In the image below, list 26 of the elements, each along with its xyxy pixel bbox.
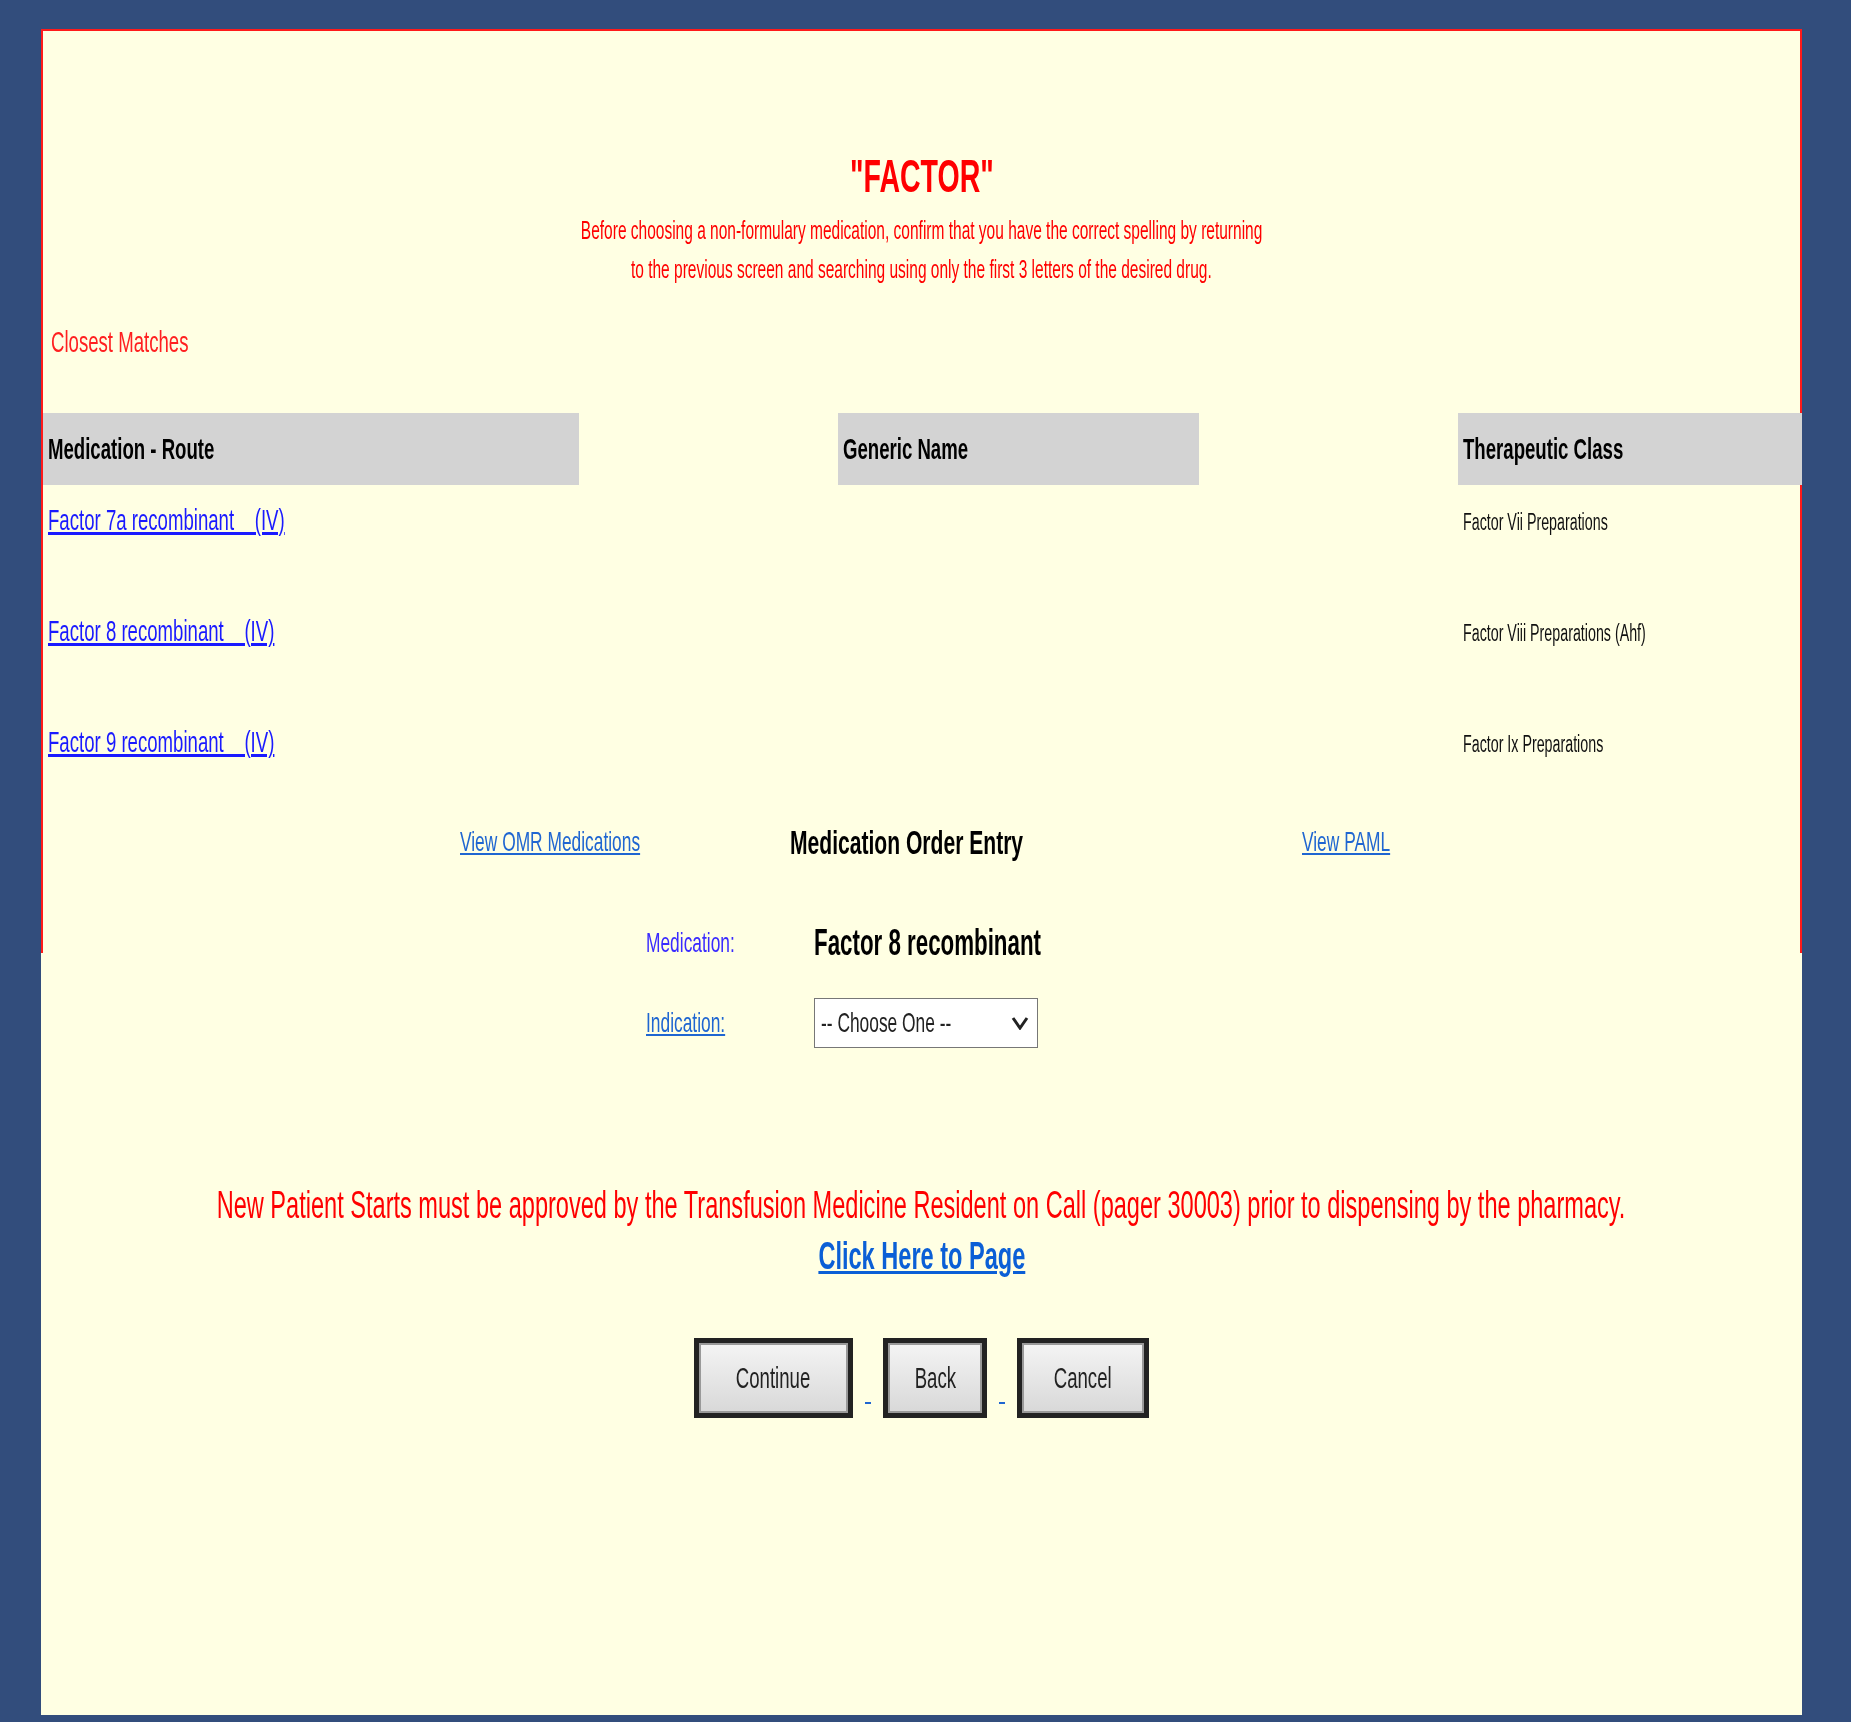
page-link[interactable]: Click Here to Page <box>818 1235 1025 1278</box>
indication-select[interactable]: -- Choose One -- <box>814 998 1038 1048</box>
medication-label: Medication: <box>646 927 735 959</box>
table-cell-text: Factor Ix Preparations <box>1463 730 1604 758</box>
column-header: Therapeutic Class <box>1458 413 1802 485</box>
table-cell-text: Factor Viii Preparations (Ahf) <box>1463 619 1646 647</box>
action-button[interactable]: Continue <box>694 1338 853 1418</box>
search-term-title: "FACTOR" <box>849 149 994 203</box>
closest-matches-label: Closest Matches <box>51 325 189 359</box>
paml-link[interactable]: View PAML <box>1302 826 1391 858</box>
order-entry-title: Medication Order Entry <box>790 822 1024 862</box>
action-button[interactable]: Cancel <box>1017 1338 1149 1418</box>
column-header: Generic Name <box>838 413 1199 485</box>
spelling-notice: Before choosing a non-formulary medication, confirm that you have the correct spelling by returning <box>580 215 1263 246</box>
medication-link[interactable]: Factor 8 recombinant (IV) <box>48 614 275 648</box>
spelling-notice: to the previous screen and searching using only the first 3 letters of the desired drug. <box>631 254 1212 285</box>
column-header: Medication - Route <box>43 413 579 485</box>
indication-link[interactable]: Indication: <box>646 1007 726 1039</box>
action-button[interactable]: Back <box>882 1338 988 1418</box>
omr-medications-link[interactable]: View OMR Medications <box>460 826 641 858</box>
medication-value: Factor 8 recombinant <box>814 922 1041 964</box>
table-cell-text: Factor Vii Preparations <box>1463 508 1608 536</box>
chevron-down-icon <box>1011 1016 1029 1030</box>
medication-link[interactable]: Factor 7a recombinant (IV) <box>48 503 285 537</box>
medication-link[interactable]: Factor 9 recombinant (IV) <box>48 725 275 759</box>
approval-notice: New Patient Starts must be approved by the Transfusion Medicine Resident on Call (pager 30003) prior to dispensing by the pharmacy. <box>217 1184 1626 1227</box>
